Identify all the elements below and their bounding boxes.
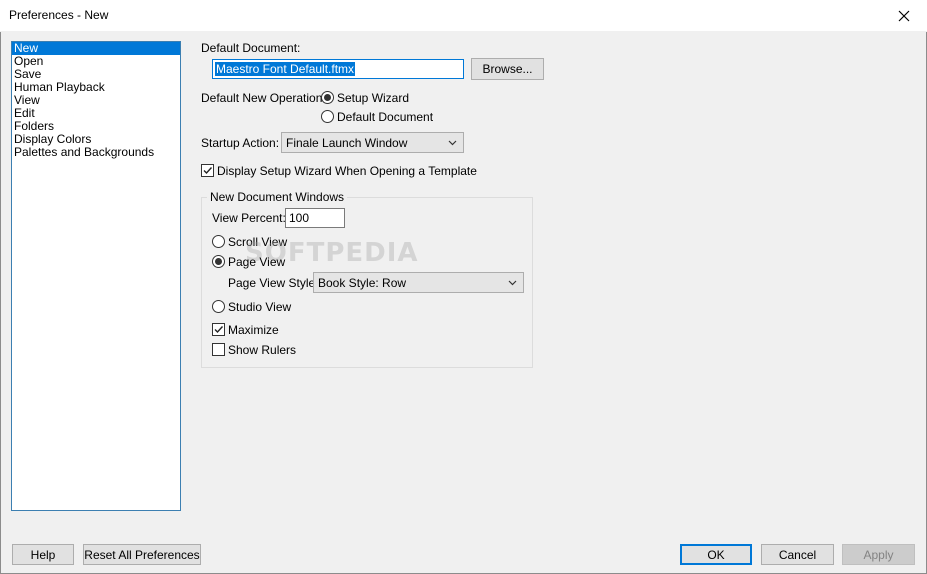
checkmark-icon [203, 167, 213, 175]
chevron-down-icon [448, 140, 457, 146]
view-percent-field[interactable]: 100 [285, 208, 345, 228]
view-percent-label: View Percent: [212, 211, 286, 225]
page-view-radio[interactable] [212, 255, 225, 268]
default-document-field[interactable]: Maestro Font Default.ftmx [212, 59, 464, 79]
window-title: Preferences - New [9, 8, 109, 22]
cancel-button[interactable]: Cancel [761, 544, 834, 565]
startup-action-value: Finale Launch Window [286, 135, 408, 150]
new-document-windows-caption: New Document Windows [207, 190, 348, 204]
view-percent-value: 100 [289, 211, 310, 225]
category-item-palettes-and-backgrounds[interactable]: Palettes and Backgrounds [12, 146, 180, 159]
show-rulers-label[interactable]: Show Rulers [228, 343, 296, 357]
page-view-style-value: Book Style: Row [318, 275, 407, 290]
apply-button[interactable]: Apply [842, 544, 915, 565]
page-view-label[interactable]: Page View [228, 255, 285, 269]
show-rulers-checkbox[interactable] [212, 343, 225, 356]
default-new-operation-label: Default New Operation: [201, 91, 326, 105]
close-button[interactable] [881, 0, 927, 31]
startup-action-label: Startup Action: [201, 136, 280, 150]
studio-view-label[interactable]: Studio View [228, 300, 291, 314]
checkmark-icon [214, 326, 224, 334]
help-button[interactable]: Help [12, 544, 74, 565]
maximize-label[interactable]: Maximize [228, 323, 279, 337]
scroll-view-radio[interactable] [212, 235, 225, 248]
display-setup-wizard-checkbox[interactable] [201, 164, 214, 177]
browse-button[interactable]: Browse... [471, 58, 544, 80]
category-list[interactable]: New Open Save Human Playback View Edit F… [11, 41, 181, 511]
studio-view-radio[interactable] [212, 300, 225, 313]
title-bar: Preferences - New [0, 0, 927, 32]
default-document-label: Default Document: [201, 41, 301, 55]
chevron-down-icon [508, 280, 517, 286]
close-icon [898, 10, 910, 21]
page-view-style-select[interactable]: Book Style: Row [313, 272, 524, 293]
category-item-view[interactable]: View [12, 94, 180, 107]
setup-wizard-label[interactable]: Setup Wizard [337, 91, 409, 105]
display-setup-wizard-label[interactable]: Display Setup Wizard When Opening a Temp… [217, 164, 477, 178]
startup-action-select[interactable]: Finale Launch Window [281, 132, 464, 153]
page-view-style-label: Page View Style: [228, 276, 319, 290]
default-document-option-label[interactable]: Default Document [337, 110, 433, 124]
maximize-checkbox[interactable] [212, 323, 225, 336]
setup-wizard-radio[interactable] [321, 91, 334, 104]
default-document-radio[interactable] [321, 110, 334, 123]
reset-all-preferences-button[interactable]: Reset All Preferences [83, 544, 201, 565]
default-document-value: Maestro Font Default.ftmx [215, 62, 356, 76]
ok-button[interactable]: OK [680, 544, 752, 565]
